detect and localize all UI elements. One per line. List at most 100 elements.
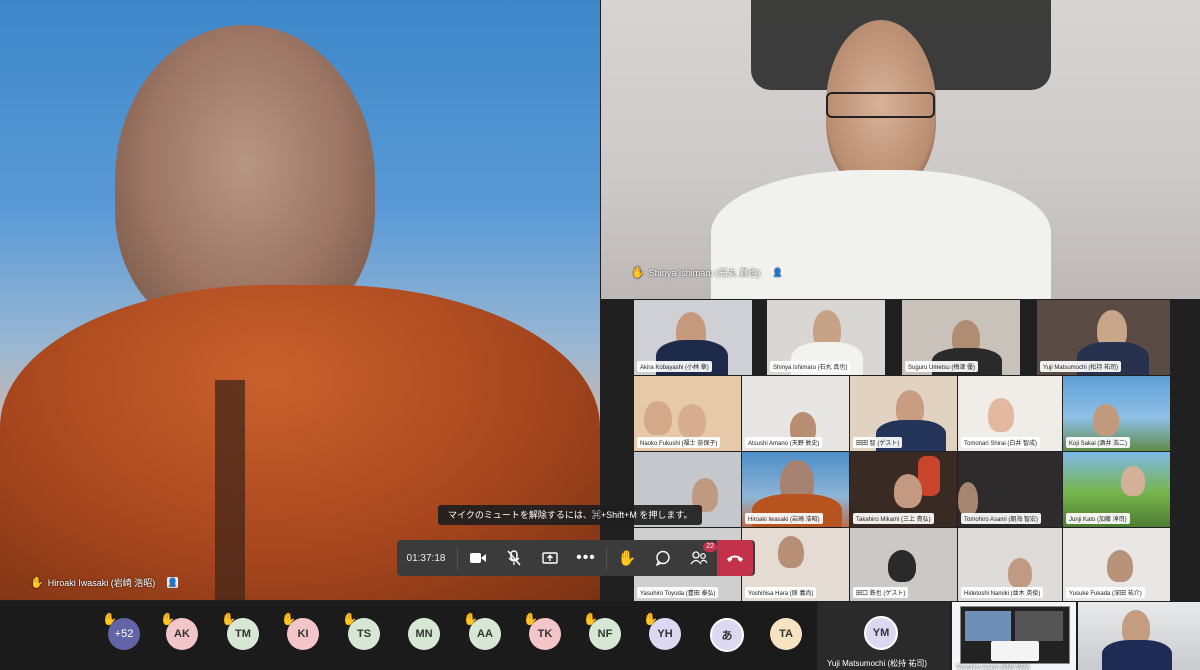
pin-person-icon[interactable]: 👤 <box>167 577 179 588</box>
raised-hand-icon: ✋ <box>281 612 296 626</box>
avatar-initials: TA <box>779 628 793 640</box>
gallery-tile[interactable]: Tomonari Shirai (白井 智成) <box>958 376 1062 451</box>
participant-avatar[interactable]: ✋ TM <box>221 612 259 650</box>
raised-hand-icon: ✋ <box>631 267 645 279</box>
share-preview-label: Tomohiro Asami (朝海 智宏) <box>956 665 1031 670</box>
gallery-name: Koji Sakai (酒井 浩二) <box>1066 437 1131 448</box>
main-speaker-name: Hiroaki Iwasaki (岩崎 浩昭) <box>47 578 156 588</box>
gallery-name: Akira Kobayashi (小林 章) <box>637 361 712 372</box>
share-screen-button[interactable] <box>532 540 568 576</box>
raised-hand-icon: ✋ <box>463 612 478 626</box>
avatar-initials: AK <box>174 628 190 640</box>
secondary-speaker-name-tag: ✋ Shinya Ishimaru (石丸 真也) 👤 <box>631 266 784 279</box>
gallery-tile[interactable]: Koji Sakai (酒井 浩二) <box>1063 376 1170 451</box>
gallery-name: Hiroaki Iwasaki (岩崎 浩昭) <box>745 513 823 524</box>
participant-avatar[interactable]: ✋ AA <box>463 612 501 650</box>
gallery-tile[interactable]: Naoko Fukushi (福士 奈保子) <box>634 376 741 451</box>
avatar-initials: AA <box>477 628 493 640</box>
gallery-tile[interactable]: Atsushi Amano (天野 敦史) <box>742 376 849 451</box>
raised-hand-icon: ✋ <box>643 612 658 626</box>
leave-call-button[interactable] <box>717 540 753 576</box>
overflow-participants-button[interactable]: ✋ +52 <box>102 612 140 650</box>
mic-button[interactable] <box>496 540 532 576</box>
gallery-tile[interactable]: Yoshihisa Hara (原 義尚) <box>742 528 849 601</box>
participant-avatar[interactable]: あ <box>710 618 744 652</box>
overflow-count: +52 <box>114 628 134 640</box>
gallery-name: Yuji Matsumochi (松持 祐司) <box>1040 361 1122 372</box>
participant-avatar[interactable]: ✋ NF <box>583 612 621 650</box>
participants-button[interactable]: 22 <box>681 540 717 576</box>
gallery-name: Suguru Umetsu (梅津 優) <box>905 361 979 372</box>
gallery-name: Tomonari Shirai (白井 智成) <box>961 437 1041 448</box>
divider <box>457 547 458 569</box>
raised-hand-icon: ✋ <box>102 612 117 626</box>
gallery-tile[interactable]: Hiroaki Iwasaki (岩崎 浩昭) <box>742 452 849 527</box>
gallery-name: 田田 智 (ゲスト) <box>853 437 903 448</box>
camera-button[interactable] <box>460 540 496 576</box>
divider <box>606 547 607 569</box>
raised-hand-icon: ✋ <box>583 612 598 626</box>
call-controls-bar: 01:37:18 ••• ✋ 22 <box>397 540 755 576</box>
gallery-name: 田口 鉄也 (ゲスト) <box>853 587 909 598</box>
participant-avatar[interactable]: ✋ AK <box>160 612 198 650</box>
gallery-tile[interactable]: Akira Kobayashi (小林 章) <box>634 300 752 375</box>
chat-icon <box>655 550 670 566</box>
self-view-video[interactable] <box>1078 602 1200 670</box>
featured-participant-tile[interactable]: YM Yuji Matsumochi (松持 祐司) <box>817 602 950 670</box>
raise-hand-button[interactable]: ✋ <box>609 540 645 576</box>
participant-roster-strip: ✋ +52 ✋ AK ✋ TM ✋ KI ✋ TS MN ✋ AA ✋ TK ✋ NF ✋ YH… <box>0 602 950 670</box>
pin-person-icon[interactable]: 👤 <box>772 267 784 278</box>
gallery-tile[interactable]: Yusuke Fukada (深田 祐介) <box>1063 528 1170 601</box>
gallery-tile[interactable]: Junji Kato (加藤 淳司) <box>1063 452 1170 527</box>
hang-up-icon <box>727 555 743 562</box>
gallery-name: Naoko Fukushi (福士 奈保子) <box>637 437 721 448</box>
avatar-initials: TM <box>235 628 251 640</box>
gallery-name: Tomohiro Asami (朝海 智宏) <box>961 513 1042 524</box>
gallery-tile[interactable]: Suguru Umetsu (梅津 優) <box>902 300 1020 375</box>
more-dots-icon: ••• <box>576 549 596 566</box>
raised-hand-icon: ✋ <box>30 577 44 589</box>
avatar-initials: あ <box>721 630 733 642</box>
gallery-name: Yasuhiro Toyoda (豊田 泰弘) <box>637 587 719 598</box>
participant-avatar[interactable]: ✋ TK <box>523 612 561 650</box>
avatar-initials: YH <box>657 628 673 640</box>
gallery-name: Shinya Ishimaru (石丸 真也) <box>770 361 851 372</box>
raised-hand-icon: ✋ <box>160 612 175 626</box>
gallery-tile[interactable]: 田田 智 (ゲスト) <box>850 376 957 451</box>
gallery-tile[interactable]: Shinya Ishimaru (石丸 真也) <box>767 300 885 375</box>
screen-share-preview[interactable]: Tomohiro Asami (朝海 智宏) <box>952 602 1076 670</box>
avatar-initials: TS <box>356 628 372 640</box>
gallery-tile[interactable]: Takahiro Mikami (三上 貴弘) <box>850 452 957 527</box>
avatar-initials: MN <box>415 628 433 640</box>
gallery-name: Takahiro Mikami (三上 貴弘) <box>853 513 934 524</box>
camera-icon <box>470 553 486 563</box>
shared-screen-thumbnail <box>960 606 1070 664</box>
gallery-tile[interactable]: Yuji Matsumochi (松持 祐司) <box>1037 300 1170 375</box>
gallery-tile[interactable]: 田口 鉄也 (ゲスト) <box>850 528 957 601</box>
featured-participant-name: Yuji Matsumochi (松持 祐司) <box>827 659 928 668</box>
share-icon <box>542 552 558 564</box>
gallery-name: Yusuke Fukada (深田 祐介) <box>1066 587 1145 598</box>
avatar-initials: NF <box>597 628 613 640</box>
raised-hand-icon: ✋ <box>523 612 538 626</box>
participant-avatar: YM <box>864 616 898 650</box>
speaker-video-figure <box>601 0 1200 299</box>
gallery-name: Hidetoshi Namiki (並木 英俊) <box>961 587 1044 598</box>
gallery-name: Yoshihisa Hara (原 義尚) <box>745 587 817 598</box>
participant-avatar[interactable]: ✋ KI <box>281 612 319 650</box>
gallery-name: Atsushi Amano (天野 敦史) <box>745 437 823 448</box>
participant-avatar[interactable]: ✋ TS <box>342 612 380 650</box>
more-actions-button[interactable]: ••• <box>568 540 604 576</box>
participant-avatar[interactable]: TA <box>770 618 802 650</box>
gallery-tile[interactable]: Tomohiro Asami (朝海 智宏) <box>958 452 1062 527</box>
unmute-shortcut-tooltip: マイクのミュートを解除するには、⌘+Shift+M を押します。 <box>438 505 703 525</box>
participant-avatar[interactable]: MN <box>408 618 440 650</box>
participant-avatar[interactable]: ✋ YH <box>643 612 681 650</box>
raise-hand-icon: ✋ <box>617 550 637 567</box>
main-speaker-name-tag: ✋ Hiroaki Iwasaki (岩崎 浩昭) 👤 <box>30 576 179 589</box>
avatar-initials: KI <box>297 628 309 640</box>
secondary-video-tile[interactable]: ✋ Shinya Ishimaru (石丸 真也) 👤 <box>601 0 1200 299</box>
chat-button[interactable] <box>645 540 681 576</box>
raised-hand-icon: ✋ <box>221 612 236 626</box>
gallery-tile[interactable]: Hidetoshi Namiki (並木 英俊) <box>958 528 1062 601</box>
